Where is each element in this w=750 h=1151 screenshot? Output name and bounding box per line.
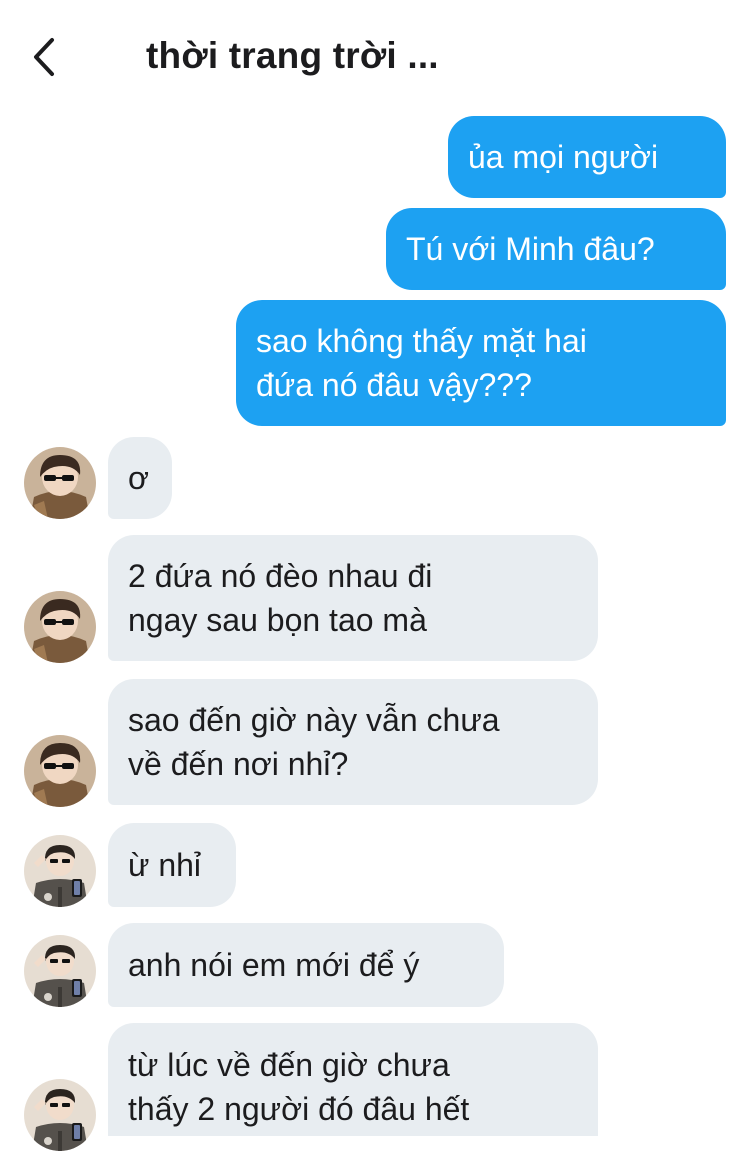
incoming-message[interactable]: anh nói em mới để ý (108, 923, 504, 1007)
message-thread: ủa mọi người Tú với Minh đâu? sao không … (0, 0, 750, 1151)
avatar[interactable] (24, 735, 96, 807)
back-button[interactable] (28, 34, 64, 80)
incoming-message[interactable]: ơ (108, 437, 172, 519)
avatar[interactable] (24, 447, 96, 519)
chat-header: thời trang trời ... (0, 0, 750, 110)
chevron-left-icon (34, 38, 54, 76)
incoming-message[interactable]: sao đến giờ này vẫn chưa về đến nơi nhỉ? (108, 679, 598, 805)
avatar[interactable] (24, 935, 96, 1007)
avatar[interactable] (24, 591, 96, 663)
avatar[interactable] (24, 1079, 96, 1151)
outgoing-message[interactable]: Tú với Minh đâu? (386, 208, 726, 290)
incoming-message[interactable]: từ lúc về đến giờ chưa thấy 2 người đó đ… (108, 1023, 598, 1136)
outgoing-message[interactable]: sao không thấy mặt hai đứa nó đâu vậy??? (236, 300, 726, 426)
incoming-message[interactable]: 2 đứa nó đèo nhau đi ngay sau bọn tao mà (108, 535, 598, 661)
incoming-message[interactable]: ừ nhỉ (108, 823, 236, 907)
conversation-title[interactable]: thời trang trời ... (146, 30, 439, 82)
avatar[interactable] (24, 835, 96, 907)
outgoing-message[interactable]: ủa mọi người (448, 116, 726, 198)
